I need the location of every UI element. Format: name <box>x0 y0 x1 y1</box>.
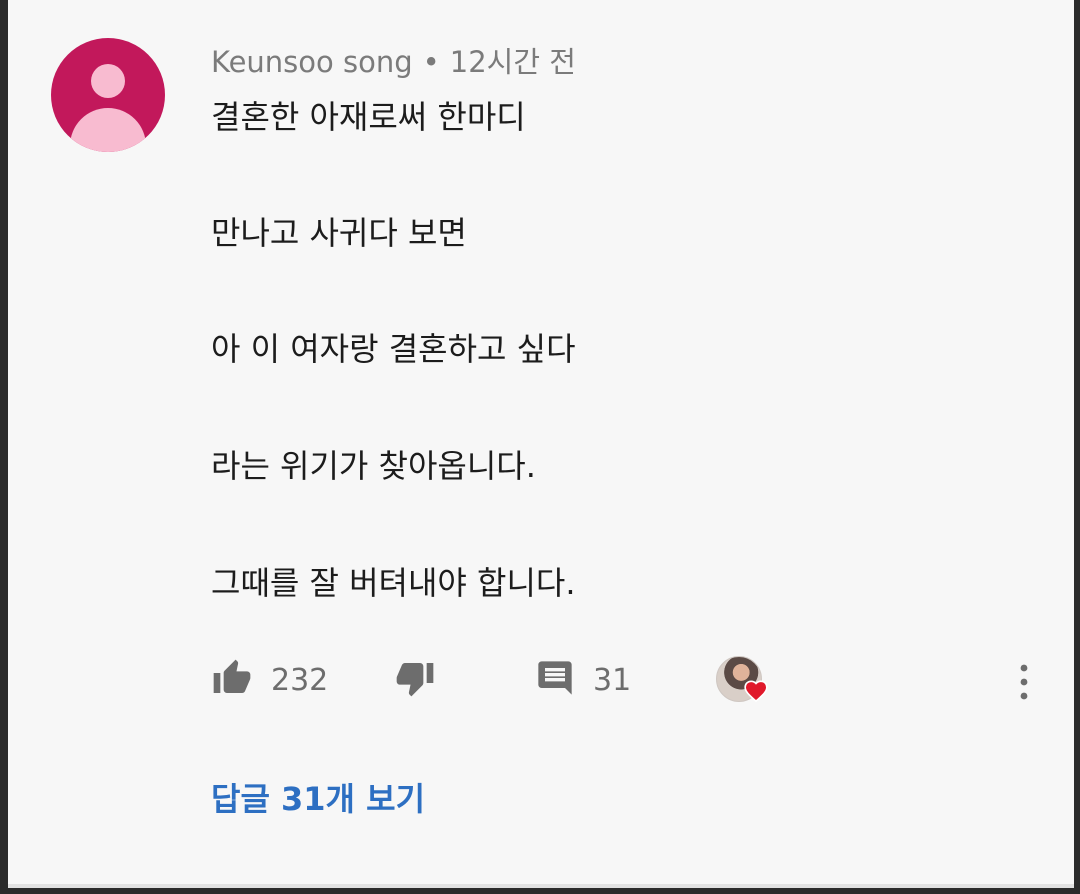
reply-count: 31 <box>593 662 632 698</box>
like-button[interactable]: 232 <box>211 655 328 705</box>
like-count: 232 <box>271 662 329 698</box>
reply-button[interactable]: 31 <box>535 655 631 705</box>
comment-text-line: 만나고 사귀다 보면 <box>211 214 467 252</box>
comment-text-line: 그때를 잘 버텨내야 합니다. <box>211 564 576 602</box>
avatar-head-shape <box>91 64 125 98</box>
view-replies-link[interactable]: 답글 31개 보기 <box>211 775 425 823</box>
comment-header: Keunsoo song • 12시간 전 <box>211 42 576 82</box>
comment-time[interactable]: 12시간 전 <box>450 45 576 79</box>
meta-separator: • <box>422 45 440 79</box>
creator-heart-badge <box>716 656 776 708</box>
thumbs-down-icon <box>394 658 436 702</box>
thumbs-up-icon <box>211 658 253 702</box>
more-vertical-icon[interactable] <box>1012 660 1036 704</box>
avatar-body-shape <box>70 108 146 152</box>
divider <box>8 884 1074 888</box>
author-avatar[interactable] <box>51 38 165 152</box>
comment-text-line: 라는 위기가 찾아옵니다. <box>211 447 536 485</box>
author-name[interactable]: Keunsoo song <box>211 45 413 79</box>
comment-text-line: 아 이 여자랑 결혼하고 싶다 <box>211 330 576 368</box>
comment-icon <box>535 658 575 702</box>
heart-icon <box>742 678 770 708</box>
comment-text-line: 결혼한 아재로써 한마디 <box>211 98 526 136</box>
dislike-button[interactable] <box>394 655 436 705</box>
comment-card: Keunsoo song • 12시간 전 결혼한 아재로써 한마디 만나고 사귀다… <box>8 0 1074 888</box>
